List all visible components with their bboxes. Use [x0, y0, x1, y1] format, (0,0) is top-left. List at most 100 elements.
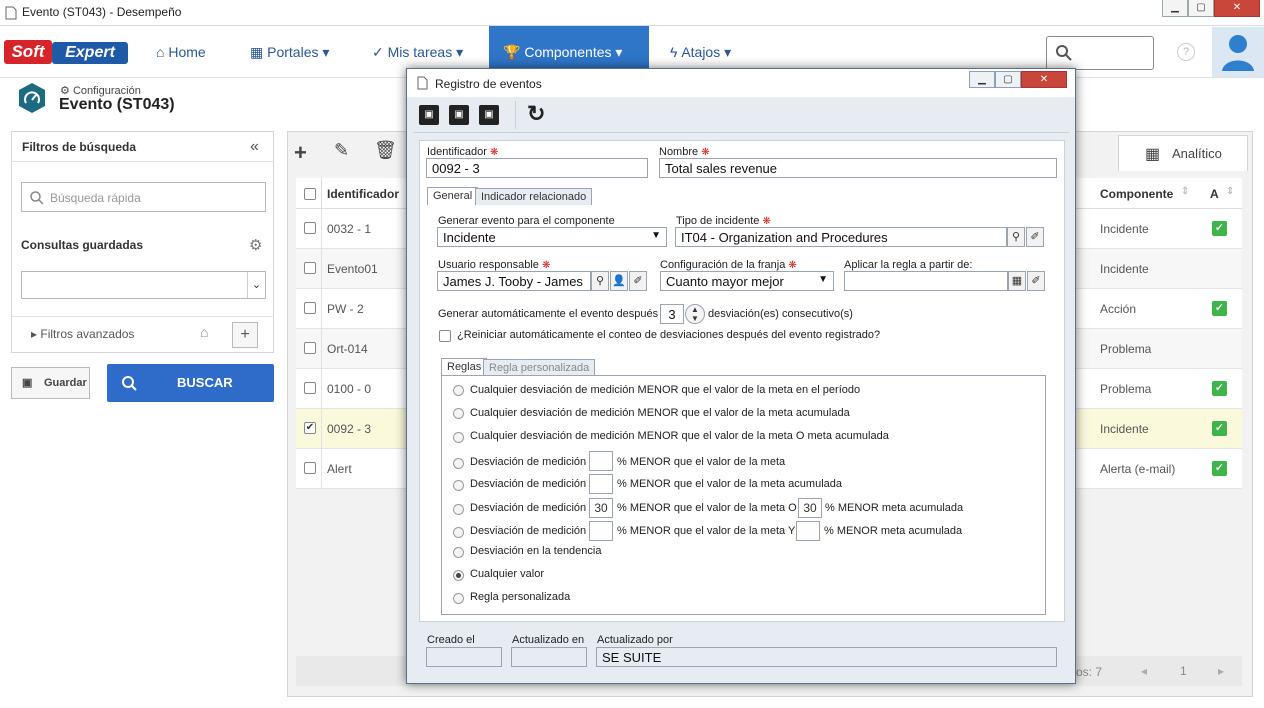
save-new-icon[interactable]: ▣	[419, 105, 439, 125]
row-identificador: PW - 2	[327, 302, 364, 316]
identificador-input[interactable]: 0092 - 3	[426, 158, 648, 178]
tab-general[interactable]: General	[427, 187, 479, 205]
nav-home[interactable]: ⌂ Home	[142, 26, 220, 78]
row-checkbox[interactable]	[304, 342, 316, 354]
row-checkbox[interactable]	[304, 382, 316, 394]
rule-radio-6[interactable]	[453, 504, 464, 515]
minimize-button[interactable]: ▁	[1162, 0, 1188, 17]
sort-icon[interactable]: ⇕	[1181, 186, 1189, 197]
collapse-icon[interactable]: «	[250, 138, 259, 156]
rule-radio-8[interactable]	[453, 547, 464, 558]
logo-soft: Soft	[4, 40, 52, 64]
nav-atajos-label: Atajos	[681, 44, 721, 60]
rule-7-percent-input[interactable]	[589, 521, 613, 541]
global-search-input[interactable]	[1046, 36, 1154, 70]
franja-select[interactable]: Cuanto mayor mejor ▼	[660, 271, 834, 291]
prev-page-icon[interactable]: ◂	[1141, 664, 1147, 678]
quick-search-input[interactable]: Búsqueda rápida	[21, 182, 266, 212]
tab-analitico[interactable]: ▦ Analítico	[1118, 135, 1248, 171]
stepper-icon[interactable]: ▲ ▼	[685, 304, 705, 324]
rule-radio-10[interactable]	[453, 593, 464, 604]
tab-reglas[interactable]: Reglas	[441, 358, 488, 376]
save-icon[interactable]: ▣	[449, 105, 469, 125]
rule-6-percent-input[interactable]: 30	[589, 498, 613, 518]
nav-portales[interactable]: ▦ Portales ▾	[236, 26, 343, 78]
clear-icon[interactable]: ✐	[1027, 271, 1045, 291]
row-checkbox[interactable]	[304, 222, 316, 234]
rule-radio-5[interactable]	[453, 480, 464, 491]
col-header-componente[interactable]: Componente	[1100, 187, 1173, 201]
quick-search-placeholder: Búsqueda rápida	[50, 191, 141, 205]
rule-label-6: Desviación de medición	[470, 502, 587, 514]
row-checkbox[interactable]	[304, 462, 316, 474]
rule-radio-1[interactable]	[453, 385, 464, 396]
save-close-icon[interactable]: ▣	[479, 105, 499, 125]
nombre-label: Nombre ❋	[659, 146, 710, 158]
rule-radio-9[interactable]	[453, 570, 464, 581]
add-filter-button[interactable]: +	[232, 322, 258, 348]
rule-label-10: Regla personalizada	[470, 591, 571, 603]
dialog-maximize-button[interactable]: ▢	[995, 71, 1021, 88]
search-button[interactable]: BUSCAR	[107, 364, 274, 402]
row-identificador: Ort-014	[327, 342, 368, 356]
col-header-a[interactable]: A	[1210, 187, 1219, 201]
gear-icon[interactable]: ⚙	[249, 236, 262, 254]
avatar[interactable]	[1212, 27, 1264, 77]
select-all-checkbox[interactable]	[304, 188, 316, 200]
add-icon[interactable]: +	[294, 140, 307, 166]
maximize-button[interactable]: ▢	[1188, 0, 1214, 17]
close-button[interactable]: ✕	[1214, 0, 1260, 17]
rule-7-acc-percent-input[interactable]	[796, 521, 820, 541]
gen-component-select[interactable]: Incidente ▼	[437, 227, 667, 247]
row-checkbox[interactable]	[304, 302, 316, 314]
tab-regla-personalizada[interactable]: Regla personalizada	[483, 359, 596, 376]
rule-4-percent-input[interactable]	[589, 451, 613, 471]
restart-checkbox[interactable]	[439, 330, 451, 342]
divider	[321, 329, 322, 369]
row-checkbox[interactable]: ✔	[304, 422, 316, 434]
edit-icon[interactable]: ✎	[334, 140, 349, 161]
sort-icon[interactable]: ⇕	[1226, 186, 1234, 197]
advanced-filters-toggle[interactable]: ▸ Filtros avanzados	[31, 327, 134, 341]
calendar-icon[interactable]: ▦	[1008, 271, 1026, 291]
clear-icon[interactable]: ✐	[1026, 227, 1044, 247]
table-icon: ▦	[1145, 146, 1161, 163]
next-page-icon[interactable]: ▸	[1218, 664, 1224, 678]
rule-5-percent-input[interactable]	[589, 474, 613, 494]
gen-auto-post-label: desviación(es) consecutivo(s)	[708, 308, 853, 320]
dialog-close-button[interactable]: ✕	[1021, 71, 1067, 88]
usuario-label: Usuario responsable ❋	[438, 259, 550, 271]
trash-icon[interactable]: 🗑	[374, 140, 397, 161]
row-checkbox[interactable]	[304, 262, 316, 274]
page-title: Evento (ST043)	[59, 96, 175, 113]
document-icon	[417, 76, 428, 90]
col-header-identificador[interactable]: Identificador	[327, 187, 399, 201]
row-identificador: Evento01	[327, 262, 378, 276]
divider	[321, 369, 322, 409]
rule-radio-7[interactable]	[453, 527, 464, 538]
broom-icon[interactable]: ⌂	[200, 324, 208, 340]
rule-radio-2[interactable]	[453, 408, 464, 419]
clear-icon[interactable]: ✐	[629, 271, 647, 291]
gen-auto-count-input[interactable]: 3	[660, 304, 684, 324]
dialog-minimize-button[interactable]: ▁	[969, 71, 995, 88]
rule-radio-3[interactable]	[453, 432, 464, 443]
tab-indicador-relacionado[interactable]: Indicador relacionado	[475, 188, 593, 205]
refresh-icon[interactable]: ↻	[527, 101, 545, 127]
caret-down-icon: ▾	[322, 44, 330, 60]
search-icon[interactable]: ⚲	[591, 271, 609, 291]
save-query-button[interactable]: ▣ Guardar	[11, 367, 90, 399]
help-icon[interactable]: ?	[1177, 43, 1195, 61]
user-icon[interactable]: 👤	[610, 271, 628, 291]
updated-on-field	[511, 647, 587, 667]
tipo-incidente-input[interactable]: IT04 - Organization and Procedures	[675, 227, 1007, 247]
divider	[321, 249, 322, 289]
rule-radio-4[interactable]	[453, 458, 464, 469]
nombre-input[interactable]: Total sales revenue	[659, 158, 1057, 178]
search-icon[interactable]: ⚲	[1007, 227, 1025, 247]
franja-label: Configuración de la franja ❋	[660, 259, 797, 271]
aplicar-date-input[interactable]	[844, 271, 1008, 291]
rule-6-acc-percent-input[interactable]: 30	[798, 498, 822, 518]
saved-queries-select[interactable]: ⌄	[21, 271, 266, 299]
usuario-input[interactable]: James J. Tooby - James	[437, 271, 591, 291]
